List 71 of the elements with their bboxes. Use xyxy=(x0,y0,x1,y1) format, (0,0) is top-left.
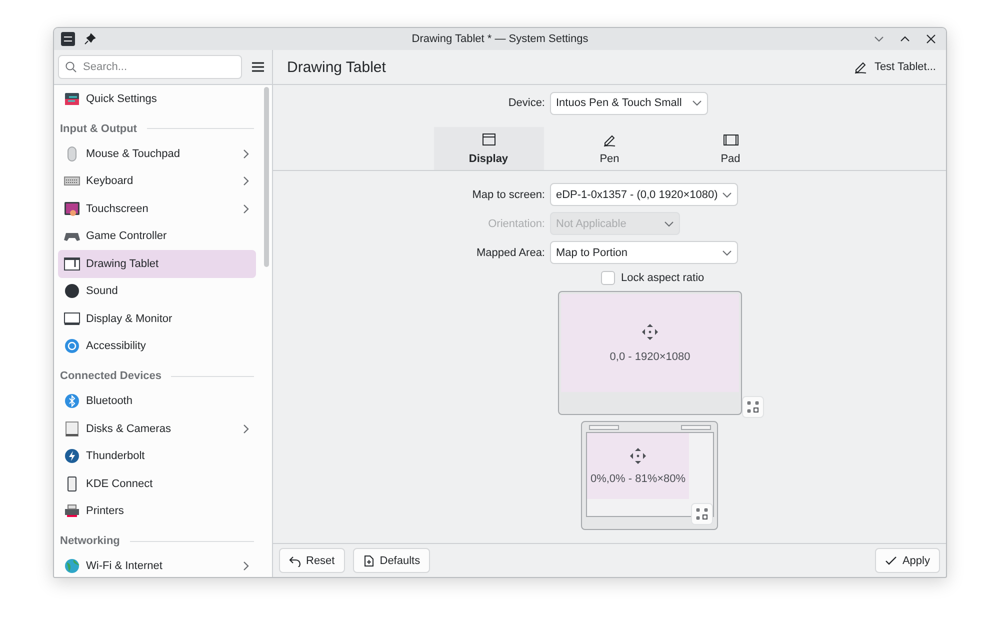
reset-button[interactable]: Reset xyxy=(279,548,345,573)
search-field[interactable]: Search... xyxy=(58,55,242,79)
sidebar-item[interactable]: Sound xyxy=(58,278,256,305)
app-icon xyxy=(60,31,76,47)
sliders-icon xyxy=(64,90,80,107)
checkbox-label: Lock aspect ratio xyxy=(621,272,704,284)
tab[interactable]: Pen xyxy=(554,127,664,170)
mapped-screen-area[interactable]: 0,0 - 1920×1080 xyxy=(561,294,739,392)
checkbox[interactable] xyxy=(601,270,615,284)
section-header: Networking xyxy=(60,535,120,548)
device-dropdown[interactable]: Intuos Pen & Touch Small xyxy=(550,92,708,114)
sidebar-item[interactable]: Wi-Fi & Internet xyxy=(58,552,256,577)
dropdown[interactable]: eDP-1-0x1357 - (0,0 1920×1080) xyxy=(550,183,738,206)
sidebar-item[interactable]: Printers xyxy=(58,498,256,525)
tablet-device-icon xyxy=(722,132,738,148)
sidebar-item[interactable]: Game Controller xyxy=(58,222,256,250)
search-icon xyxy=(65,61,77,73)
sidebar-item[interactable]: Thunderbolt xyxy=(58,442,256,470)
tablet-key-strip xyxy=(589,425,619,430)
monitor-icon xyxy=(64,310,80,327)
document-icon xyxy=(362,554,375,566)
sidebar-item[interactable]: Display & Monitor xyxy=(58,305,256,332)
sidebar-item[interactable]: Mouse & Touchpad xyxy=(58,140,256,168)
menu-icon xyxy=(251,61,265,73)
tab[interactable]: Pad xyxy=(676,127,786,170)
resize-icon xyxy=(747,401,759,413)
resize-button[interactable] xyxy=(742,396,764,418)
globe-icon xyxy=(64,558,80,574)
test-tablet-button[interactable]: Test Tablet... xyxy=(853,57,936,77)
move-icon xyxy=(629,447,648,466)
mapped-tablet-area[interactable]: 0%,0% - 81%×80% xyxy=(587,433,690,500)
sidebar-item[interactable]: Accessibility xyxy=(58,332,256,360)
sound-icon xyxy=(64,283,80,300)
window-title: Drawing Tablet * — System Settings xyxy=(410,33,590,45)
section-header: Connected Devices xyxy=(60,370,162,382)
sidebar-item[interactable]: Drawing Tablet xyxy=(58,250,256,278)
window-icon xyxy=(480,132,496,148)
checkmark-icon xyxy=(885,554,898,566)
thunderbolt-icon xyxy=(64,448,80,464)
tablet-icon xyxy=(64,256,80,272)
sidebar-item[interactable]: Keyboard xyxy=(58,168,256,195)
field-label: Map to screen: xyxy=(471,188,545,200)
sidebar-item[interactable]: Quick Settings xyxy=(58,85,256,112)
sidebar-item[interactable]: Bluetooth xyxy=(58,388,256,415)
apply-button[interactable]: Apply xyxy=(875,548,940,573)
area-label: 0,0 - 1920×1080 xyxy=(610,351,690,363)
dropdown[interactable]: Map to Portion xyxy=(550,241,738,264)
resize-button[interactable] xyxy=(691,503,713,525)
touchscreen-icon xyxy=(64,200,80,217)
move-icon xyxy=(641,323,659,341)
sidebar-item[interactable]: KDE Connect xyxy=(58,470,256,498)
close-icon xyxy=(926,34,936,44)
section-header: Input & Output xyxy=(60,122,137,135)
bluetooth-icon xyxy=(64,393,80,410)
sidebar-item[interactable]: Disks & Cameras xyxy=(58,415,256,442)
field-label: Device: xyxy=(507,97,545,109)
undo-icon xyxy=(289,554,301,566)
printer-icon xyxy=(64,503,80,520)
pin-icon xyxy=(84,33,96,45)
page-title: Drawing Tablet xyxy=(287,58,387,76)
tab[interactable]: Display xyxy=(434,127,544,170)
field-label: Orientation: xyxy=(487,218,545,230)
defaults-button[interactable]: Defaults xyxy=(352,548,430,573)
tablet-key-strip xyxy=(681,425,711,430)
scrollbar-thumb[interactable] xyxy=(264,87,268,267)
field-label: Mapped Area: xyxy=(476,246,545,258)
resize-icon xyxy=(696,508,708,520)
sidebar-item[interactable]: Touchscreen xyxy=(58,195,256,222)
area-label: 0%,0% - 81%×80% xyxy=(590,473,686,486)
chevron-up-icon xyxy=(900,35,910,43)
accessibility-icon xyxy=(64,338,80,354)
